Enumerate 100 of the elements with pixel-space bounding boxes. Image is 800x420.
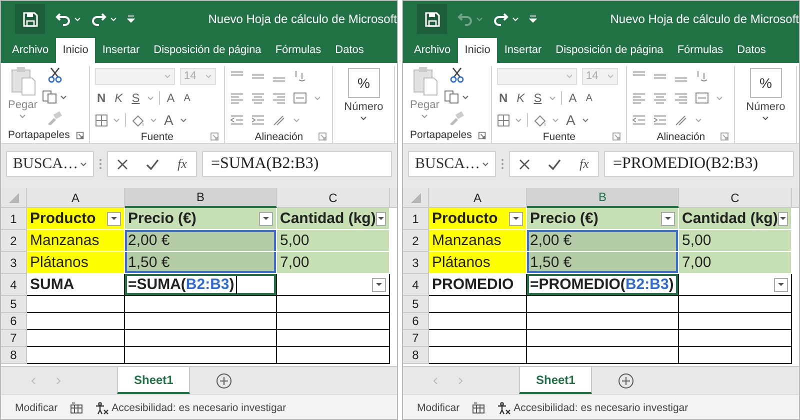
accessibility-icon[interactable] [94, 402, 109, 414]
align-left-icon[interactable] [632, 92, 646, 104]
copy-button[interactable] [42, 90, 68, 104]
underline-button[interactable]: S [130, 91, 142, 105]
cell[interactable] [679, 347, 792, 364]
row-header[interactable]: 2 [1, 230, 27, 252]
cell[interactable] [679, 274, 792, 296]
font-color-button[interactable]: A [162, 112, 176, 128]
cell[interactable]: 2,00 € [125, 230, 277, 252]
orientation-icon[interactable] [695, 70, 710, 82]
worksheet-icon[interactable] [472, 402, 485, 414]
row-header[interactable]: 8 [403, 347, 429, 364]
cell[interactable] [679, 330, 792, 347]
row-header[interactable]: 5 [1, 296, 27, 313]
number-format-button[interactable]: % Número [746, 66, 786, 121]
dialog-launcher-icon[interactable] [76, 130, 84, 140]
merge-cells-icon[interactable] [293, 92, 308, 104]
cell[interactable] [429, 347, 527, 364]
cell[interactable] [429, 330, 527, 347]
cell[interactable]: Manzanas [429, 230, 527, 252]
bold-button[interactable]: N [95, 91, 108, 105]
column-header[interactable]: C [679, 188, 792, 208]
formula-field[interactable]: =PROMEDIO(B2:B3) [604, 151, 794, 177]
row-header[interactable]: 6 [403, 313, 429, 330]
italic-button[interactable]: K [514, 91, 527, 105]
customize-toolbar-icon[interactable] [127, 15, 135, 23]
cell[interactable]: 2,00 € [527, 230, 679, 252]
undo-button[interactable] [55, 12, 81, 26]
name-box[interactable]: BUSCA… [6, 151, 94, 177]
cell[interactable]: Producto [429, 208, 527, 230]
save-button[interactable] [15, 4, 45, 34]
cell[interactable]: Precio (€) [125, 208, 277, 230]
cell[interactable]: Plátanos [429, 252, 527, 274]
row-header[interactable]: 6 [1, 313, 27, 330]
check-icon[interactable] [146, 158, 160, 170]
cell[interactable]: Producto [27, 208, 125, 230]
decrease-indent-icon[interactable] [230, 114, 244, 126]
cell[interactable]: 7,00 [277, 252, 390, 274]
sheet-tab[interactable]: Sheet1 [519, 367, 592, 394]
cell[interactable]: PROMEDIO [429, 274, 527, 296]
cell[interactable]: Cantidad (kg) [679, 208, 792, 230]
row-header[interactable]: 8 [1, 347, 27, 364]
customize-toolbar-icon[interactable] [529, 15, 537, 23]
cell[interactable]: 1,50 € [527, 252, 679, 274]
ribbon-tab[interactable]: Archivo [407, 38, 458, 63]
bold-button[interactable]: N [497, 91, 510, 105]
cut-icon[interactable] [48, 67, 62, 83]
cell[interactable]: SUMA [27, 274, 125, 296]
insert-function-button[interactable]: fx [178, 156, 187, 172]
ribbon-tab[interactable]: Archivo [5, 38, 56, 63]
font-name-field[interactable] [497, 68, 577, 84]
cell[interactable] [125, 296, 277, 313]
ribbon-tab[interactable]: Fórmulas [268, 38, 328, 63]
cell[interactable] [125, 347, 277, 364]
ribbon-tab[interactable]: Disposición de página [548, 38, 670, 63]
align-center-icon[interactable] [251, 92, 266, 104]
cell[interactable]: Precio (€) [527, 208, 679, 230]
fill-color-icon[interactable] [131, 114, 145, 126]
ribbon-tab[interactable]: Inicio [458, 38, 498, 63]
row-header[interactable]: 7 [403, 330, 429, 347]
align-right-icon[interactable] [272, 92, 286, 104]
cell[interactable] [27, 330, 125, 347]
cell[interactable] [277, 313, 390, 330]
filter-button[interactable] [509, 212, 523, 226]
ribbon-tab[interactable]: Inicio [56, 38, 96, 63]
row-header[interactable]: 1 [403, 208, 429, 230]
cell[interactable]: 1,50 € [125, 252, 277, 274]
row-header[interactable]: 1 [1, 208, 27, 230]
paste-button[interactable]: Pegar [8, 66, 38, 127]
filter-button[interactable] [778, 212, 788, 226]
cancel-icon[interactable] [117, 158, 128, 170]
ribbon-tab[interactable]: Insertar [95, 38, 147, 63]
font-name-field[interactable] [95, 68, 175, 84]
filter-button[interactable] [107, 212, 121, 226]
cell[interactable]: 7,00 [679, 252, 792, 274]
column-header[interactable]: A [27, 188, 125, 208]
ribbon-tab[interactable]: Insertar [497, 38, 549, 63]
cell[interactable] [527, 347, 679, 364]
add-sheet-icon[interactable] [216, 372, 232, 388]
cell[interactable] [277, 296, 390, 313]
row-header[interactable]: 4 [1, 274, 27, 296]
ribbon-tab[interactable]: Fórmulas [670, 38, 730, 63]
row-header[interactable]: 3 [1, 252, 27, 274]
ribbon-tab[interactable]: Disposición de página [146, 38, 268, 63]
borders-icon[interactable] [497, 114, 510, 126]
cell[interactable]: 5,00 [277, 230, 390, 252]
paste-button[interactable]: Pegar [410, 66, 440, 127]
dropdown-button[interactable] [372, 278, 386, 292]
copy-button[interactable] [444, 90, 470, 104]
grow-font-button[interactable]: A [566, 91, 579, 105]
cell[interactable] [27, 347, 125, 364]
italic-button[interactable]: K [112, 91, 125, 105]
cell[interactable] [125, 330, 277, 347]
increase-indent-icon[interactable] [251, 114, 266, 126]
underline-button[interactable]: S [532, 91, 544, 105]
number-format-button[interactable]: % Número [344, 66, 384, 121]
column-header[interactable]: A [429, 188, 527, 208]
row-header[interactable]: 2 [403, 230, 429, 252]
align-left-icon[interactable] [230, 92, 244, 104]
cell[interactable] [277, 274, 390, 296]
